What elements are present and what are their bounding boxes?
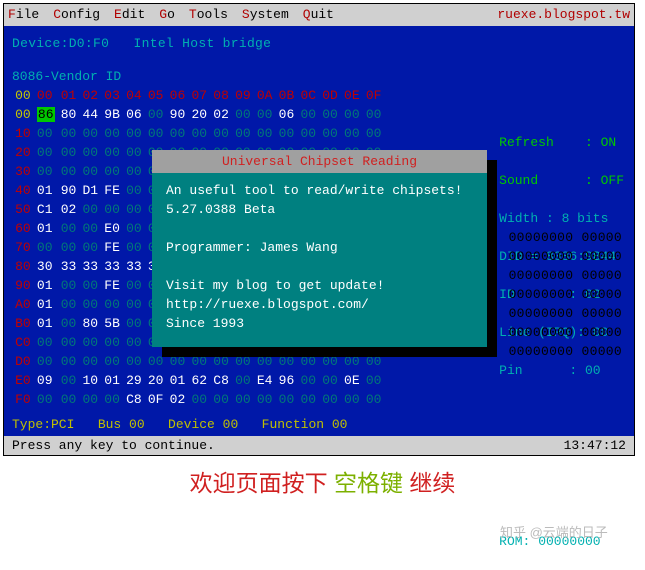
menu-edit[interactable]: Edit: [114, 6, 145, 24]
menu-quit[interactable]: Quit: [303, 6, 334, 24]
menu-config[interactable]: Config: [53, 6, 100, 24]
side-zero-block: 00000000 0000000000000 0000000000000 000…: [509, 228, 622, 361]
header-url: ruexe.blogspot.tw: [497, 6, 630, 24]
device-line: Device:D0:F0 Intel Host bridge: [12, 34, 626, 53]
menu-bar: File Config Edit Go Tools System Quit ru…: [4, 4, 634, 26]
about-dialog: Universal Chipset Reading An useful tool…: [152, 150, 487, 347]
dialog-body: An useful tool to read/write chipsets! 5…: [152, 173, 487, 347]
watermark: 知乎 @云端的日子: [500, 522, 608, 541]
menu-tools[interactable]: Tools: [189, 6, 228, 24]
menu-go[interactable]: Go: [159, 6, 175, 24]
vendor-line: 8086-Vendor ID: [12, 67, 626, 86]
menu-file[interactable]: File: [8, 6, 39, 24]
status-message: Press any key to continue.: [12, 438, 215, 453]
menu-system[interactable]: System: [242, 6, 289, 24]
dialog-title: Universal Chipset Reading: [152, 150, 487, 173]
